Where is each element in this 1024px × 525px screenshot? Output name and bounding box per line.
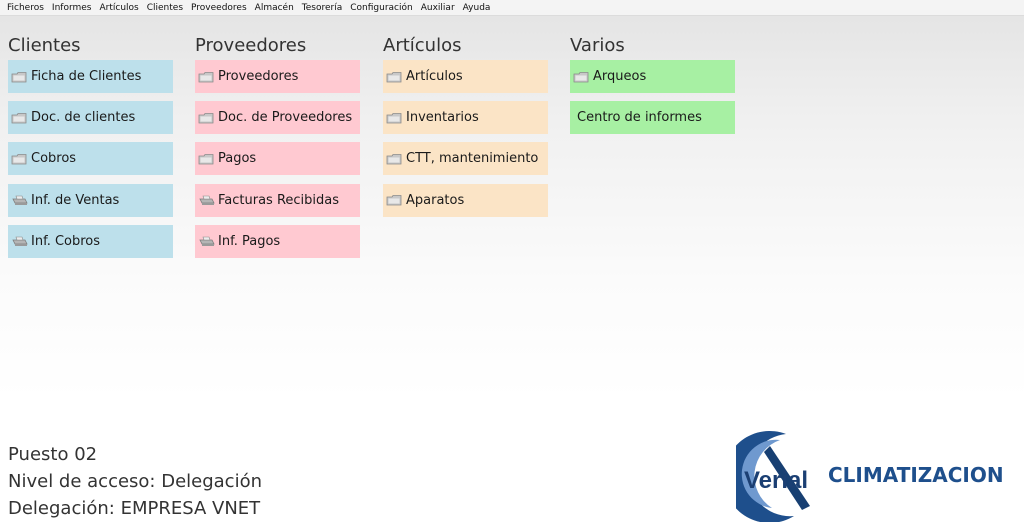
tile-label: Inventarios [406, 110, 479, 126]
tile-centro-de-informes[interactable]: Centro de informes [570, 101, 735, 135]
tile-articulos[interactable]: Artículos [383, 60, 548, 93]
session-info: Puesto 02 Nivel de acceso: Delegación De… [8, 441, 262, 522]
tile-label: Ficha de Clientes [31, 69, 142, 84]
folder-icon [11, 71, 28, 83]
tile-label: Cobros [31, 151, 77, 167]
tile-label: Inf. Pagos [218, 233, 281, 249]
column-title-clientes: Clientes [8, 35, 81, 56]
menu-informes[interactable]: Informes [48, 0, 96, 16]
column-clientes: Clientes Ficha de Clientes Doc. de clien… [8, 34, 173, 266]
tile-cobros[interactable]: Cobros [8, 142, 173, 176]
tile-label: Aparatos [406, 192, 465, 208]
puesto-label: Puesto 02 [8, 444, 98, 465]
tile-pagos[interactable]: Pagos [195, 142, 360, 176]
column-title-articulos: Artículos [383, 35, 462, 56]
tile-facturas-recibidas[interactable]: Facturas Recibidas [195, 183, 360, 217]
menu-articulos[interactable]: Artículos [96, 0, 143, 16]
tile-label: CTT, mantenimiento [406, 151, 539, 167]
folder-icon [573, 71, 590, 83]
delegation-label: Delegación: EMPRESA VNET [8, 498, 261, 519]
folder-icon [386, 153, 403, 165]
tile-ctt-mantenimiento[interactable]: CTT, mantenimiento [383, 142, 548, 176]
tile-label: Facturas Recibidas [218, 192, 340, 208]
column-articulos: Artículos Artículos Inventarios CTT, man… [383, 34, 548, 225]
menu-bar: Ficheros Informes Artículos Clientes Pro… [0, 0, 1024, 16]
access-level-label: Nivel de acceso: Delegación [8, 471, 262, 492]
folder-icon [11, 112, 28, 124]
tile-doc-de-clientes[interactable]: Doc. de clientes [8, 101, 173, 135]
menu-almacen[interactable]: Almacén [251, 0, 298, 16]
tile-label: Inf. de Ventas [31, 192, 120, 208]
folder-icon [198, 153, 215, 165]
tile-inf-de-ventas[interactable]: Inf. de Ventas [8, 183, 173, 217]
printer-icon [198, 235, 215, 247]
verial-logo: Verial CLIMATIZACION [736, 430, 1004, 522]
tile-label: Artículos [406, 69, 463, 84]
printer-icon [198, 194, 215, 206]
folder-icon [198, 71, 215, 83]
folder-icon [386, 112, 403, 124]
tile-proveedores[interactable]: Proveedores [195, 60, 360, 93]
tile-doc-de-proveedores[interactable]: Doc. de Proveedores [195, 101, 360, 135]
tile-ficha-de-clientes[interactable]: Ficha de Clientes [8, 60, 173, 93]
column-proveedores: Proveedores Proveedores Doc. de Proveedo… [195, 34, 360, 266]
folder-icon [386, 194, 403, 206]
tile-label: Doc. de Proveedores [218, 110, 353, 126]
tile-label: Arqueos [593, 69, 647, 84]
folder-icon [198, 112, 215, 124]
tile-aparatos[interactable]: Aparatos [383, 183, 548, 217]
menu-auxiliar[interactable]: Auxiliar [417, 0, 459, 16]
menu-ayuda[interactable]: Ayuda [459, 0, 495, 16]
tile-inventarios[interactable]: Inventarios [383, 101, 548, 135]
menu-proveedores[interactable]: Proveedores [187, 0, 251, 16]
tile-inf-cobros[interactable]: Inf. Cobros [8, 224, 173, 258]
logo-tagline-text: CLIMATIZACION [828, 463, 1004, 487]
tile-label: Doc. de clientes [31, 110, 136, 126]
tile-label: Centro de informes [577, 110, 702, 126]
folder-icon [386, 71, 403, 83]
column-title-varios: Varios [570, 35, 625, 56]
menu-tesoreria[interactable]: Tesorería [298, 0, 346, 16]
tile-label: Proveedores [218, 69, 299, 84]
tile-label: Pagos [218, 151, 257, 167]
folder-icon [11, 153, 28, 165]
printer-icon [11, 194, 28, 206]
logo-brand-text: Verial [744, 467, 808, 494]
tile-arqueos[interactable]: Arqueos [570, 60, 735, 93]
printer-icon [11, 235, 28, 247]
tile-inf-pagos[interactable]: Inf. Pagos [195, 224, 360, 258]
column-varios: Varios Arqueos Centro de informes [570, 34, 735, 142]
column-title-proveedores: Proveedores [195, 35, 307, 56]
tile-label: Inf. Cobros [31, 233, 101, 249]
menu-clientes[interactable]: Clientes [143, 0, 187, 16]
menu-configuracion[interactable]: Configuración [346, 0, 416, 16]
menu-ficheros[interactable]: Ficheros [3, 0, 48, 16]
